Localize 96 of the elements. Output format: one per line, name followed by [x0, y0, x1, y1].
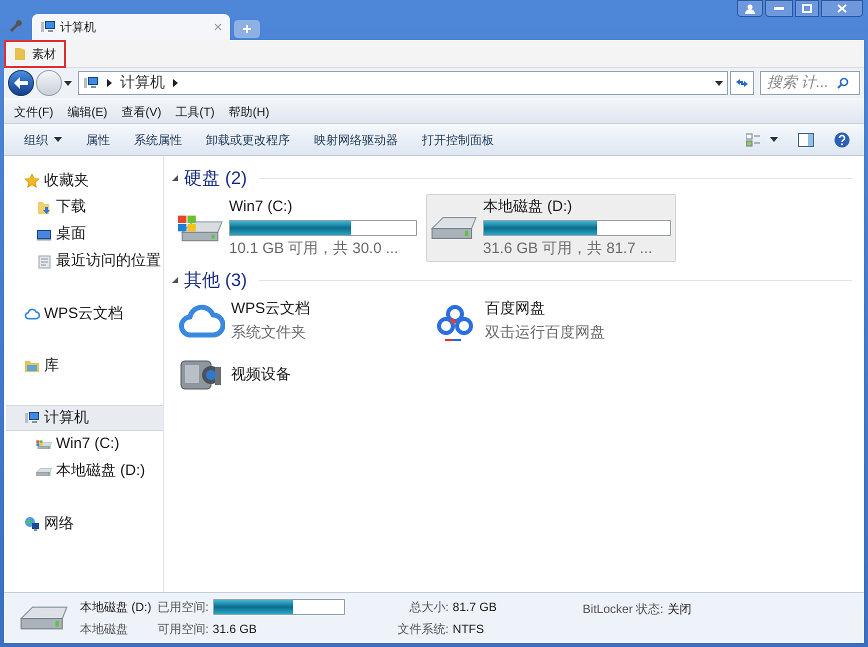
drive-icon — [431, 216, 477, 240]
preview-pane-icon[interactable] — [798, 132, 814, 146]
nav-item[interactable]: 收藏夹 — [6, 168, 163, 194]
bookmark[interactable]: 素材 — [4, 40, 66, 68]
nav-item[interactable]: 本地磁盘 (D:) — [6, 458, 163, 485]
field-label: 文件系统: — [397, 621, 449, 638]
minimize-icon — [774, 6, 784, 10]
address-bar[interactable]: 计算机 — [78, 71, 728, 95]
folder-icon — [24, 358, 40, 374]
item-name: 本地磁盘 (D:) — [483, 196, 574, 216]
close-icon — [837, 4, 847, 13]
caret-icon — [54, 137, 62, 142]
caret-icon — [715, 80, 723, 86]
nav-item[interactable]: 计算机 — [6, 405, 163, 431]
field-label: 已用空间: — [157, 599, 209, 616]
back-button[interactable] — [8, 70, 34, 96]
field-label: 可用空间: — [157, 621, 209, 638]
field-value: 31.6 GB — [212, 621, 257, 638]
arrow-left-icon — [14, 77, 28, 89]
menu-item[interactable]: 帮助(H) — [222, 102, 276, 120]
field-value: 关闭 — [667, 601, 692, 618]
drive-name: 本地磁盘 (D:) — [80, 599, 152, 616]
drive-type: 本地磁盘 — [80, 621, 129, 638]
item-tile[interactable]: 百度网盘 双击运行百度网盘 — [426, 296, 676, 346]
field-value: NTFS — [452, 621, 486, 638]
plus-icon — [242, 24, 252, 34]
menu-item[interactable]: 查看(V) — [115, 102, 168, 120]
nav-item[interactable]: 网络 — [6, 511, 163, 537]
folder-icon — [36, 200, 52, 216]
minimize-button[interactable] — [765, 0, 793, 17]
toolbar-button[interactable]: 属性 — [74, 128, 122, 152]
toolbar-button[interactable]: 映射网络驱动器 — [302, 128, 410, 152]
item-detail: 10.1 GB 可用，共 30.0 ... — [229, 239, 400, 259]
field-value: 81.7 GB — [452, 599, 498, 616]
chevron-icon — [173, 79, 178, 87]
view-options-icon[interactable] — [746, 132, 762, 146]
menu-item[interactable]: 编辑(E) — [61, 102, 114, 120]
user-button[interactable] — [737, 0, 763, 17]
close-button[interactable] — [821, 0, 863, 17]
document-icon — [36, 254, 52, 270]
help-icon[interactable] — [834, 132, 850, 148]
search-field[interactable]: 搜索 计... — [760, 71, 860, 95]
computer-icon — [83, 75, 99, 91]
drive-tile[interactable]: 本地磁盘 (D:) 31.6 GB 可用，共 81.7 ... — [426, 194, 676, 262]
item-name: Win7 (C:) — [229, 196, 294, 216]
item-detail: 31.6 GB 可用，共 81.7 ... — [483, 239, 654, 259]
nav-item[interactable]: 最近访问的位置 — [6, 248, 163, 275]
nav-item[interactable]: WPS云文档 — [6, 301, 163, 327]
item-name: 百度网盘 — [485, 298, 546, 318]
network-icon — [24, 516, 40, 532]
field-label: 总大小: — [409, 599, 449, 616]
refresh-icon — [735, 78, 749, 88]
drive-icon — [20, 606, 68, 630]
nav-item[interactable]: 库 — [6, 353, 163, 379]
item-tile[interactable]: WPS云文档 系统文件夹 — [172, 296, 422, 346]
drive-icon — [177, 214, 223, 242]
nav-item[interactable]: 桌面 — [6, 221, 163, 248]
item-name: 视频设备 — [231, 364, 292, 385]
computer-icon — [24, 410, 40, 426]
group-heading[interactable]: 硬盘 (2) — [184, 164, 247, 192]
item-name: WPS云文档 — [231, 298, 312, 318]
item-detail: 双击运行百度网盘 — [485, 323, 606, 343]
menu-item[interactable]: 工具(T) — [169, 102, 221, 120]
drive-icon — [36, 468, 52, 476]
maximize-icon — [802, 4, 812, 13]
tab[interactable]: 计算机 — [32, 14, 230, 40]
caret-icon — [770, 137, 778, 142]
collapse-icon[interactable] — [172, 277, 178, 283]
nav-item[interactable]: Win7 (C:) — [6, 431, 163, 458]
tab-title: 计算机 — [60, 19, 96, 36]
drive-icon — [36, 440, 52, 450]
new-tab-button[interactable] — [234, 20, 260, 38]
group-heading[interactable]: 其他 (3) — [184, 266, 247, 294]
toolbar-button[interactable]: 系统属性 — [122, 128, 194, 152]
item-detail: 系统文件夹 — [231, 323, 307, 343]
nav-item[interactable]: 下载 — [6, 194, 163, 221]
computer-icon — [40, 19, 56, 35]
close-icon[interactable] — [214, 23, 222, 31]
maximize-button[interactable] — [795, 0, 819, 17]
cloud-icon — [24, 306, 40, 322]
field-label: BitLocker 状态: — [582, 601, 664, 618]
toolbar-button[interactable]: 打开控制面板 — [410, 128, 506, 152]
refresh-button[interactable] — [730, 71, 754, 95]
star-icon — [24, 173, 40, 189]
search-icon — [837, 77, 849, 89]
drive-tile[interactable]: Win7 (C:) 10.1 GB 可用，共 30.0 ... — [172, 194, 422, 262]
chevron-icon — [107, 79, 112, 87]
user-icon — [745, 4, 755, 14]
collapse-icon[interactable] — [172, 175, 178, 181]
menu-item[interactable]: 文件(F) — [8, 102, 60, 120]
breadcrumb[interactable]: 计算机 — [120, 72, 165, 94]
toolbar-button[interactable]: 卸载或更改程序 — [194, 128, 302, 152]
folder-icon — [14, 46, 26, 60]
item-tile[interactable]: 视频设备 — [172, 350, 422, 400]
toolbar-button[interactable]: 组织 — [12, 128, 74, 152]
history-caret-icon — [64, 80, 72, 86]
